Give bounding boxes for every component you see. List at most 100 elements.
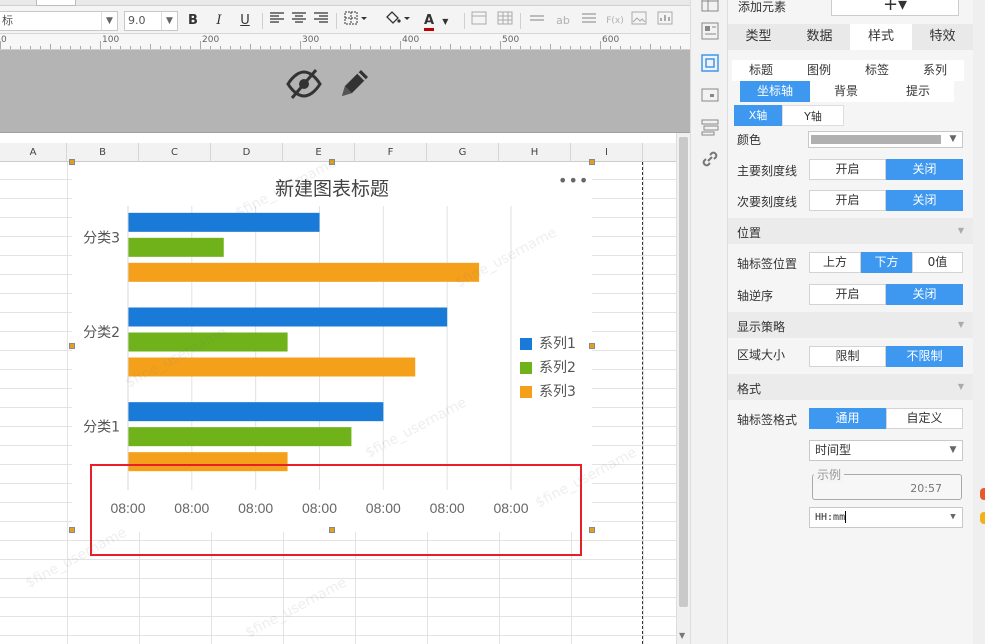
ruler-tick: [580, 46, 581, 49]
format-toolbar: 标 ▼ 9.0 ▼ B I U A ▼ ab F(x): [0, 0, 690, 34]
merge-cells-button[interactable]: [470, 11, 488, 31]
major-tick-off-button[interactable]: 关闭: [886, 159, 963, 180]
axis-color-picker[interactable]: ▼: [808, 131, 963, 148]
image-button[interactable]: [630, 11, 648, 31]
input-button[interactable]: [528, 11, 546, 31]
edit-pencil-icon[interactable]: [334, 64, 374, 104]
ruler-tick: [180, 46, 181, 49]
ruler-mark: 100: [102, 35, 120, 45]
link-icon[interactable]: [701, 150, 719, 168]
border-button[interactable]: [344, 11, 368, 31]
resize-handle[interactable]: [329, 159, 335, 165]
subtab-legend[interactable]: 图例: [790, 60, 848, 81]
ruler-tick: [340, 46, 341, 49]
legend-item[interactable]: 系列3: [520, 380, 576, 404]
label-position-top-button[interactable]: 上方: [809, 252, 861, 273]
table-button[interactable]: [496, 11, 514, 31]
ruler-tick: [430, 46, 431, 49]
format-section-header[interactable]: 格式 ▼: [728, 374, 973, 400]
formula-button[interactable]: F(x): [606, 11, 624, 31]
chart-button[interactable]: [656, 11, 674, 31]
cell-element-icon[interactable]: [701, 0, 719, 12]
bold-button[interactable]: B: [184, 11, 202, 31]
tab-effects[interactable]: 特效: [912, 24, 973, 50]
tab-y-axis[interactable]: Y轴: [782, 105, 844, 126]
column-header-cell[interactable]: F: [355, 143, 427, 162]
font-color-button[interactable]: A ▼: [424, 11, 448, 31]
font-name-select[interactable]: 标 ▼: [0, 11, 118, 31]
column-header-cell[interactable]: B: [67, 143, 139, 162]
ruler-tick: [500, 41, 501, 49]
subtab-label[interactable]: 标签: [848, 60, 906, 81]
font-size-select[interactable]: 9.0 ▼: [124, 11, 178, 31]
column-header-cell[interactable]: G: [427, 143, 499, 162]
minor-tick-off-button[interactable]: 关闭: [886, 190, 963, 211]
column-header-cell[interactable]: A: [0, 143, 67, 162]
italic-button[interactable]: I: [210, 11, 228, 31]
tab-type[interactable]: 类型: [728, 24, 789, 50]
font-size-value: 9.0: [128, 14, 146, 27]
axis-reverse-off-button[interactable]: 关闭: [886, 284, 963, 305]
widget-element-icon[interactable]: [701, 22, 719, 40]
subtab-tooltip[interactable]: 提示: [882, 81, 954, 102]
resize-handle[interactable]: [69, 527, 75, 533]
resize-handle[interactable]: [69, 159, 75, 165]
area-size-unlimited-button[interactable]: 不限制: [886, 346, 963, 367]
ruler-tick: [680, 46, 681, 49]
display-strategy-section-header[interactable]: 显示策略 ▼: [728, 312, 973, 338]
column-header-cell[interactable]: I: [571, 143, 643, 162]
column-header-cell[interactable]: C: [139, 143, 211, 162]
align-left-button[interactable]: [268, 11, 286, 31]
subtab-background[interactable]: 背景: [810, 81, 882, 102]
area-size-label: 区域大小: [737, 348, 786, 362]
column-header: A B C D E F G H I: [0, 143, 676, 162]
chart-element-icon[interactable]: [701, 54, 719, 72]
tab-style[interactable]: 样式: [850, 24, 912, 50]
label-format-label: 轴标签格式: [737, 413, 798, 427]
resize-handle[interactable]: [589, 527, 595, 533]
legend-item[interactable]: 系列2: [520, 356, 576, 380]
ruler-tick: [570, 46, 571, 49]
frame-element-icon[interactable]: [701, 86, 719, 104]
major-tick-on-button[interactable]: 开启: [809, 159, 886, 180]
resize-handle[interactable]: [589, 159, 595, 165]
scrollbar-thumb[interactable]: [679, 137, 688, 607]
panel-scrollbar[interactable]: [973, 0, 985, 644]
format-type-select[interactable]: 时间型 ▼: [809, 440, 963, 461]
list-button[interactable]: [580, 11, 598, 31]
sheet-vertical-scrollbar[interactable]: ▼: [676, 133, 690, 644]
subtab-series[interactable]: 系列: [906, 60, 964, 81]
label-position-zero-button[interactable]: 0值: [912, 252, 963, 273]
subtab-title[interactable]: 标题: [732, 60, 790, 81]
minor-tick-on-button[interactable]: 开启: [809, 190, 886, 211]
align-center-button[interactable]: [290, 11, 308, 31]
align-right-button[interactable]: [312, 11, 330, 31]
area-size-limited-button[interactable]: 限制: [809, 346, 886, 367]
time-pattern-select[interactable]: HH:mm ▼: [809, 507, 963, 528]
tab-x-axis[interactable]: X轴: [734, 105, 782, 126]
label-format-custom-button[interactable]: 自定义: [886, 408, 963, 429]
position-section-header[interactable]: 位置 ▼: [728, 218, 973, 244]
resize-handle[interactable]: [69, 343, 75, 349]
toolbar-divider: [262, 13, 263, 29]
text-button[interactable]: ab: [554, 11, 572, 31]
label-format-general-button[interactable]: 通用: [809, 408, 886, 429]
fill-color-button[interactable]: [384, 11, 412, 31]
sheet-tab[interactable]: [36, 0, 76, 6]
layer-element-icon[interactable]: [701, 118, 719, 136]
column-header-cell[interactable]: E: [283, 143, 355, 162]
hide-eye-icon[interactable]: [284, 64, 324, 104]
label-position-bottom-button[interactable]: 下方: [861, 252, 912, 273]
axis-reverse-on-button[interactable]: 开启: [809, 284, 886, 305]
add-element-label: 添加元素: [738, 0, 787, 14]
add-element-button[interactable]: +▾: [831, 0, 959, 16]
scroll-down-icon[interactable]: ▼: [679, 631, 685, 640]
legend-item[interactable]: 系列1: [520, 332, 576, 356]
column-header-cell[interactable]: D: [211, 143, 283, 162]
image-icon: [631, 11, 647, 25]
tab-data[interactable]: 数据: [789, 24, 850, 50]
column-header-cell[interactable]: H: [499, 143, 571, 162]
subtab-axis[interactable]: 坐标轴: [740, 81, 810, 102]
resize-handle[interactable]: [589, 343, 595, 349]
underline-button[interactable]: U: [236, 11, 254, 31]
